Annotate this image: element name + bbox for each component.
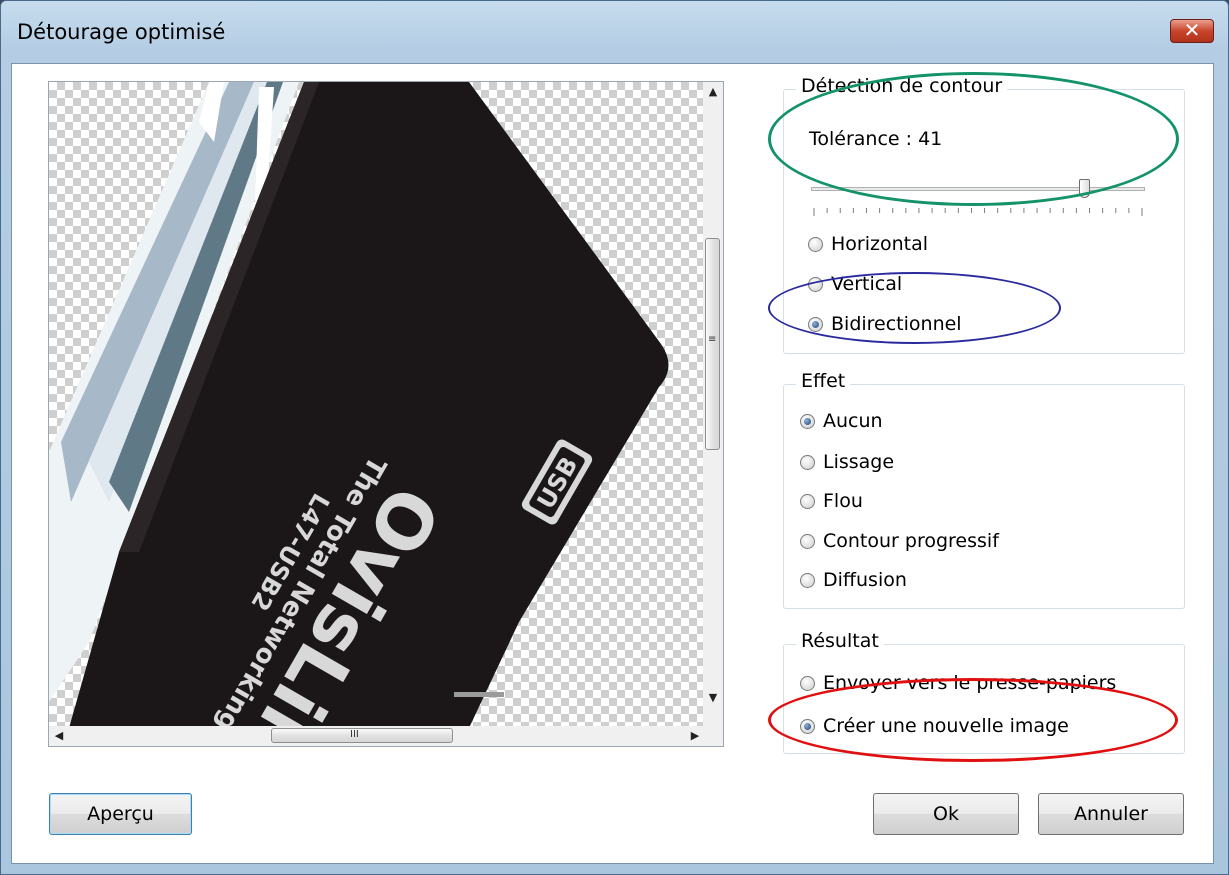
tolerance-ticks [813,208,1143,216]
radio-horizontal-label: Horizontal [831,233,929,255]
scroll-left-arrow-icon[interactable]: ◀ [49,726,69,746]
title-bar[interactable]: Détourage optimisé ✕ [1,1,1228,63]
edge-detection-label: Détection de contour [796,75,1008,97]
radio-bidirectional[interactable]: Bidirectionnel [808,311,962,337]
radio-icon [800,493,815,509]
radio-none-label: Aucun [823,410,883,432]
preview-image: OvisLin The Total Networking Solu L47-US… [49,82,669,728]
scroll-right-arrow-icon[interactable]: ▶ [685,726,705,746]
close-button[interactable]: ✕ [1170,18,1214,43]
horizontal-scroll-thumb[interactable]: III [271,728,453,743]
edge-detection-group: Détection de contour Tolérance : 41 Hori… [783,75,1185,354]
radio-feather[interactable]: Contour progressif [800,528,999,554]
radio-horizontal[interactable]: Horizontal [808,231,928,257]
result-group: Résultat Envoyer vers le presse-papiers … [783,630,1185,754]
radio-clipboard-label: Envoyer vers le presse-papiers [823,672,1117,694]
radio-vertical-label: Vertical [831,273,903,295]
horizontal-scrollbar[interactable]: ◀ III ▶ [49,726,705,746]
radio-new-image[interactable]: Créer une nouvelle image [800,713,1069,739]
dialog-window: Détourage optimisé ✕ OvisLin L47-USB2 US… [0,0,1229,875]
radio-bidirectional-label: Bidirectionnel [831,313,962,335]
radio-icon [808,236,823,252]
ok-button[interactable]: Ok [873,793,1019,835]
radio-icon [800,718,815,734]
radio-new-image-label: Créer une nouvelle image [823,715,1069,737]
preview-canvas: OvisLin The Total Networking Solu L47-US… [49,82,705,728]
radio-vertical[interactable]: Vertical [808,271,902,297]
radio-blur-label: Flou [823,490,863,512]
radio-smoothing[interactable]: Lissage [800,449,894,475]
radio-icon [808,276,823,292]
cancel-button[interactable]: Annuler [1038,793,1184,835]
radio-smoothing-label: Lissage [823,451,895,473]
radio-icon [800,533,815,549]
vertical-scrollbar[interactable]: ▲ ≡ ▼ [703,82,723,728]
vertical-grip-icon: ≡ [708,334,717,345]
vertical-scroll-thumb[interactable]: ≡ [705,238,720,450]
radio-diffusion[interactable]: Diffusion [800,567,907,593]
radio-clipboard[interactable]: Envoyer vers le presse-papiers [800,670,1116,696]
radio-blur[interactable]: Flou [800,488,863,514]
radio-diffusion-label: Diffusion [823,569,907,591]
radio-feather-label: Contour progressif [823,530,999,552]
result-label: Résultat [796,630,884,652]
close-icon: ✕ [1183,18,1201,42]
scroll-up-arrow-icon[interactable]: ▲ [703,82,723,102]
radio-icon [808,316,823,332]
tolerance-label: Tolérance : 41 [809,128,943,150]
scroll-down-arrow-icon[interactable]: ▼ [703,688,723,708]
horizontal-grip-icon: III [350,729,359,740]
tolerance-slider-thumb[interactable] [1078,179,1090,198]
effect-label: Effet [796,370,851,392]
radio-icon [800,454,815,470]
radio-icon [800,572,815,588]
radio-icon [800,675,815,691]
radio-none[interactable]: Aucun [800,408,883,434]
tolerance-slider-track[interactable] [811,187,1145,191]
effect-group: Effet Aucun Lissage Flou Contour progres… [783,370,1185,609]
dialog-client-area: OvisLin The Total Networking Solu L47-US… [11,63,1214,864]
preview-pane: OvisLin The Total Networking Solu L47-US… [48,81,724,747]
scroll-corner [703,726,723,746]
preview-button[interactable]: Aperçu [49,793,192,835]
radio-icon [800,413,815,429]
window-title: Détourage optimisé [17,20,226,44]
